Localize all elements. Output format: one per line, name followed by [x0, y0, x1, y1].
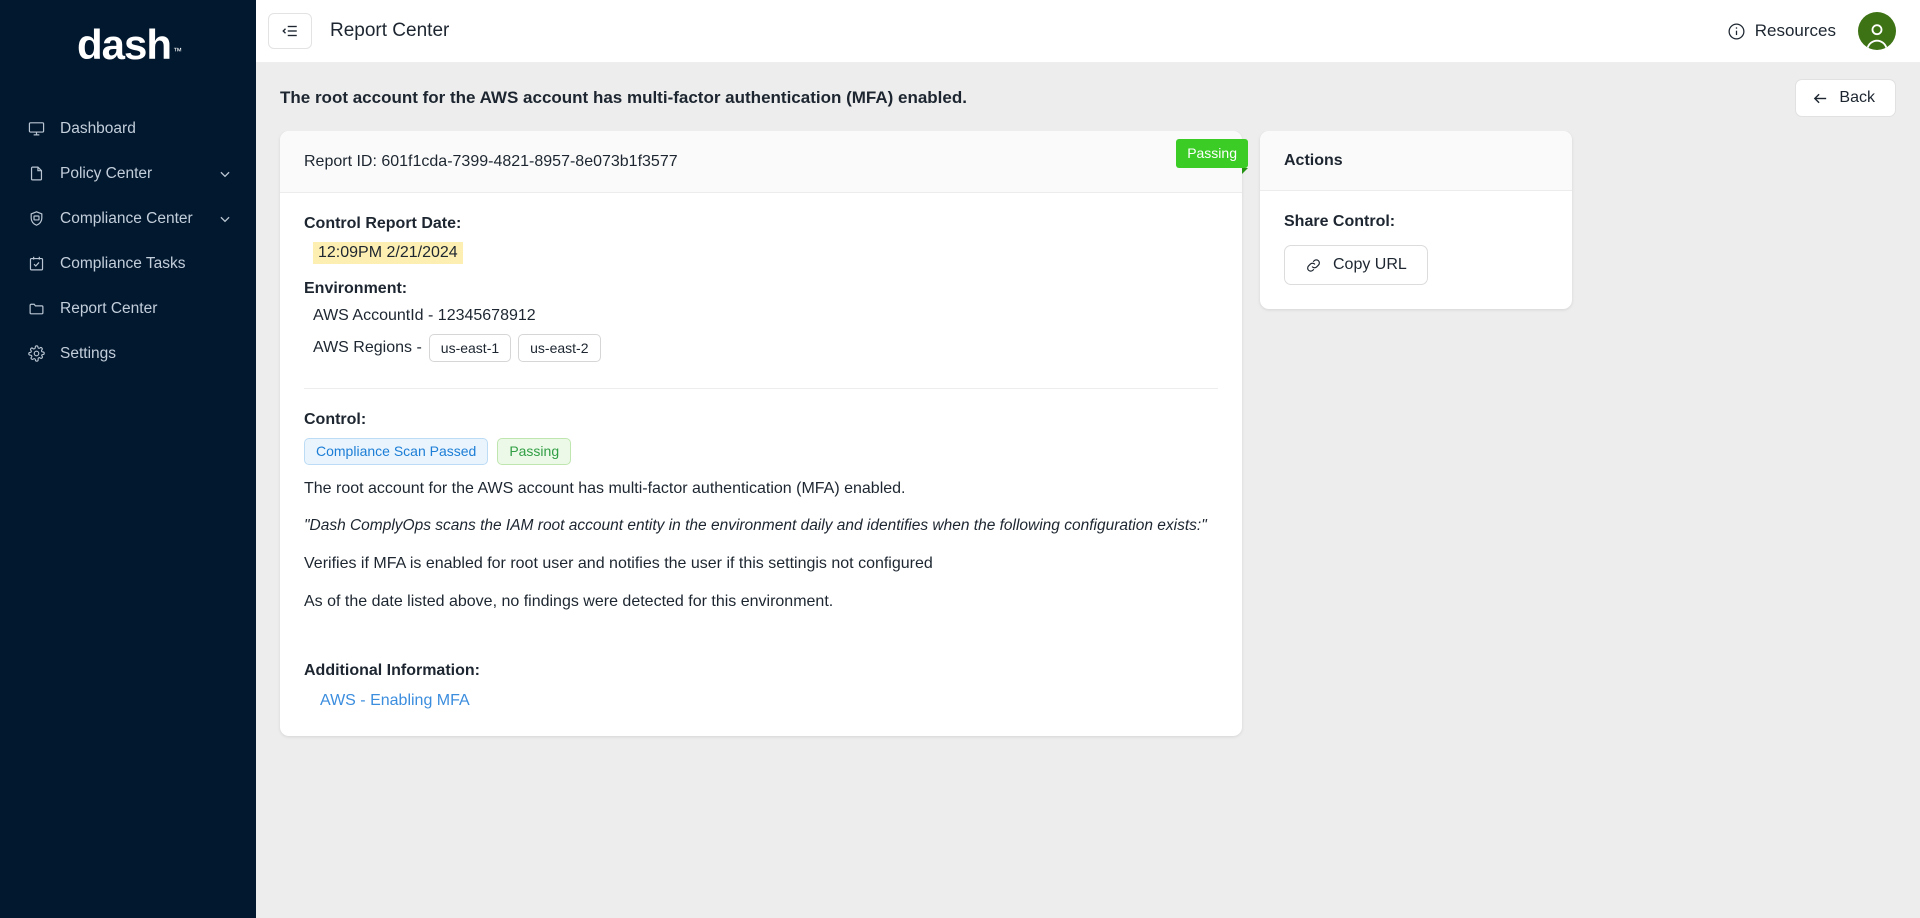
sidebar-item-label: Compliance Tasks	[60, 255, 232, 273]
actions-title: Actions	[1260, 131, 1572, 191]
report-card: Report ID: 601f1cda-7399-4821-8957-8e073…	[280, 131, 1242, 736]
control-tag-scan-passed: Compliance Scan Passed	[304, 438, 488, 465]
status-badge: Passing	[1176, 139, 1248, 168]
menu-icon	[281, 22, 299, 40]
spacer	[304, 628, 1218, 662]
top-bar-actions: Resources	[1727, 12, 1896, 50]
brand-logo-text: dash	[77, 21, 171, 68]
trademark-mark: ™	[173, 46, 181, 56]
sidebar-item-compliance-center[interactable]: Compliance Center	[0, 196, 256, 241]
additional-link-aws-enabling-mfa[interactable]: AWS - Enabling MFA	[320, 692, 470, 709]
content-area: Report ID: 601f1cda-7399-4821-8957-8e073…	[256, 131, 1920, 918]
sidebar-item-compliance-tasks[interactable]: Compliance Tasks	[0, 241, 256, 286]
actions-body: Share Control: Copy URL	[1260, 191, 1572, 309]
sidebar-item-label: Dashboard	[60, 120, 232, 138]
sidebar-item-label: Settings	[60, 345, 232, 363]
document-icon	[26, 164, 46, 184]
gear-icon	[26, 344, 46, 364]
report-card-body: Control Report Date: 12:09PM 2/21/2024 E…	[280, 193, 1242, 736]
control-quote: "Dash ComplyOps scans the IAM root accou…	[304, 516, 1218, 537]
additional-information-label: Additional Information:	[304, 662, 1218, 680]
control-tag-row: Compliance Scan Passed Passing	[304, 438, 1218, 465]
aws-account-text: AWS AccountId - 12345678912	[313, 307, 536, 325]
copy-url-label: Copy URL	[1333, 256, 1407, 274]
page-header-bar: The root account for the AWS account has…	[256, 63, 1920, 131]
control-report-date-label: Control Report Date:	[304, 215, 1218, 233]
region-chip: us-east-1	[429, 334, 511, 362]
control-description: The root account for the AWS account has…	[304, 478, 1218, 500]
link-icon	[1305, 257, 1322, 274]
chevron-down-icon[interactable]	[218, 167, 232, 181]
control-tag-passing: Passing	[497, 438, 571, 465]
aws-regions-label: AWS Regions -	[313, 339, 422, 357]
report-card-header: Report ID: 601f1cda-7399-4821-8957-8e073…	[280, 131, 1242, 193]
control-verifies-text: Verifies if MFA is enabled for root user…	[304, 553, 1218, 575]
sidebar-item-dashboard[interactable]: Dashboard	[0, 106, 256, 151]
section-divider	[304, 388, 1218, 389]
brand-logo[interactable]: dash™	[0, 14, 256, 82]
resources-label: Resources	[1755, 21, 1836, 41]
sidebar: dash™ Dashboard Policy Center	[0, 0, 256, 918]
page-title-breadcrumb: Report Center	[330, 20, 449, 42]
control-findings-text: As of the date listed above, no findings…	[304, 591, 1218, 613]
back-button[interactable]: Back	[1795, 79, 1896, 117]
sidebar-item-settings[interactable]: Settings	[0, 331, 256, 376]
shield-icon	[26, 209, 46, 229]
aws-account-line: AWS AccountId - 12345678912	[313, 307, 1218, 325]
resources-link[interactable]: Resources	[1727, 21, 1836, 41]
sidebar-item-label: Report Center	[60, 300, 232, 318]
sidebar-toggle-button[interactable]	[268, 13, 312, 49]
page-title: The root account for the AWS account has…	[280, 88, 967, 108]
arrow-left-icon	[1812, 90, 1829, 107]
sidebar-item-report-center[interactable]: Report Center	[0, 286, 256, 331]
share-control-label: Share Control:	[1284, 213, 1548, 231]
copy-url-button[interactable]: Copy URL	[1284, 245, 1428, 285]
aws-regions-line: AWS Regions - us-east-1 us-east-2	[313, 334, 1218, 362]
sidebar-item-policy-center[interactable]: Policy Center	[0, 151, 256, 196]
back-label: Back	[1839, 89, 1875, 107]
chevron-down-icon[interactable]	[218, 212, 232, 226]
control-label: Control:	[304, 411, 1218, 429]
sidebar-item-label: Policy Center	[60, 165, 218, 183]
report-id-label: Report ID: 601f1cda-7399-4821-8957-8e073…	[304, 153, 678, 171]
top-bar: Report Center Resources	[256, 0, 1920, 63]
avatar[interactable]	[1858, 12, 1896, 50]
app-root: dash™ Dashboard Policy Center	[0, 0, 1920, 918]
actions-card: Actions Share Control: Copy URL	[1260, 131, 1572, 309]
main-area: Report Center Resources The root account…	[256, 0, 1920, 918]
sidebar-nav: Dashboard Policy Center Compliance Cente…	[0, 106, 256, 376]
region-chip: us-east-2	[518, 334, 600, 362]
sidebar-item-label: Compliance Center	[60, 210, 218, 228]
monitor-icon	[26, 119, 46, 139]
info-icon	[1727, 22, 1746, 41]
calendar-check-icon	[26, 254, 46, 274]
control-report-date-value: 12:09PM 2/21/2024	[313, 242, 463, 264]
folder-icon	[26, 299, 46, 319]
additional-links: AWS - Enabling MFA	[320, 692, 1218, 710]
environment-label: Environment:	[304, 280, 1218, 298]
